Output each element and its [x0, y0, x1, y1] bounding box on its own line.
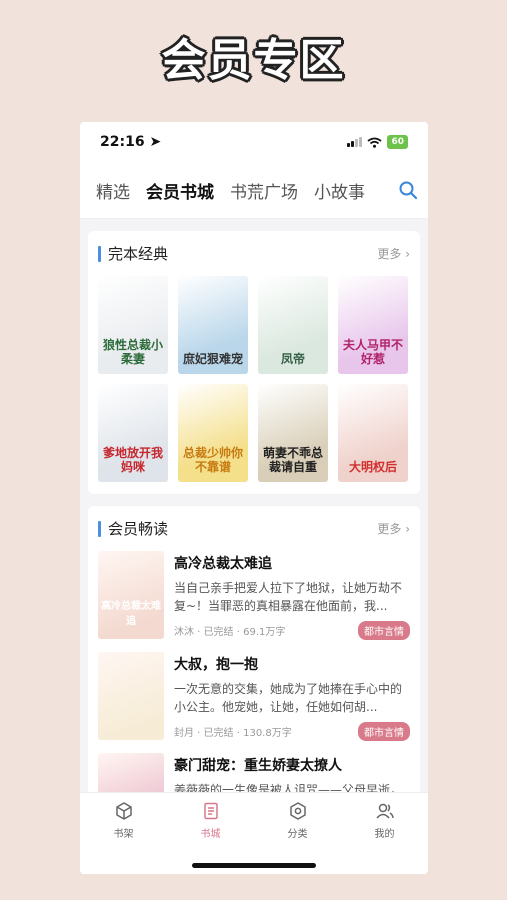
phone-screen: 22:16 ➤ 60 精选 会员书城 书荒广场 小故事 完本经典 更多 › 狼性… — [80, 122, 428, 874]
book-cover[interactable]: 总裁少帅你不靠谱 — [178, 384, 248, 482]
genre-tag: 都市言情 — [358, 621, 410, 640]
tab-bookshelf[interactable]: 书架 — [114, 801, 134, 874]
book-meta: 沐沐 · 已完结 · 69.1万字 — [174, 627, 286, 638]
book-cover[interactable]: 爹地放开我妈咪 — [98, 384, 168, 482]
book-cover[interactable]: 萌妻不乖总裁请自重 — [258, 384, 328, 482]
signal-icon — [347, 137, 363, 147]
promo-banner-title: 会员专区 — [161, 35, 346, 86]
tab-featured[interactable]: 精选 — [96, 178, 130, 203]
category-icon — [289, 802, 306, 820]
book-cover[interactable]: 大明权后 — [338, 384, 408, 482]
status-icons: 60 — [347, 135, 408, 149]
user-icon — [375, 803, 394, 819]
more-link[interactable]: 更多 › — [377, 245, 410, 262]
list-item[interactable]: 高冷总裁太难追 高冷总裁太难追 当自己亲手把爱人拉下了地狱，让她万劫不复~！当罪… — [88, 547, 420, 648]
status-bar: 22:16 ➤ 60 — [80, 122, 428, 162]
book-description: 当自己亲手把爱人拉下了地狱，让她万劫不复~！当罪恶的真相暴露在他面前，我... — [174, 581, 403, 613]
section-title: 会员畅读 — [98, 518, 168, 539]
tab-member-store[interactable]: 会员书城 — [146, 178, 214, 203]
book-cover[interactable]: 狼性总裁小柔妻 — [98, 276, 168, 374]
search-icon[interactable] — [398, 180, 418, 200]
book-title: 大叔，抱一抱 — [174, 657, 258, 673]
chevron-right-icon: › — [405, 247, 410, 261]
list-item[interactable]: 大叔，抱一抱 一次无意的交集，她成为了她捧在手心中的小公主。他宠她，让她，任她如… — [88, 648, 420, 749]
section-accent-bar — [98, 245, 101, 262]
book-cover[interactable]: 庶妃狠难宠 — [178, 276, 248, 374]
chevron-right-icon: › — [405, 522, 410, 536]
genre-tag: 都市言情 — [358, 722, 410, 741]
book-cover-grid: 狼性总裁小柔妻 庶妃狠难宠 凤帝 夫人马甲不好惹 爹地放开我妈咪 总裁少帅你不靠… — [88, 272, 420, 494]
book-meta: 封月 · 已完结 · 130.8万字 — [174, 728, 292, 739]
wifi-icon — [367, 137, 383, 148]
status-time: 22:16 ➤ — [100, 134, 162, 150]
tab-book-plaza[interactable]: 书荒广场 — [230, 178, 298, 203]
home-indicator — [192, 863, 316, 868]
book-cover[interactable]: 凤帝 — [258, 276, 328, 374]
book-description: 一次无意的交集，她成为了她捧在手心中的小公主。他宠她，让她，任她如何胡... — [174, 682, 403, 714]
top-tab-bar: 精选 会员书城 书荒广场 小故事 — [80, 162, 428, 219]
list-book-cover: 高冷总裁太难追 — [98, 551, 164, 639]
book-cover[interactable]: 夫人马甲不好惹 — [338, 276, 408, 374]
book-icon — [203, 802, 218, 820]
book-title: 高冷总裁太难追 — [174, 556, 272, 572]
section-accent-bar — [98, 520, 101, 537]
book-title: 豪门甜宠：重生娇妻太撩人 — [174, 758, 342, 774]
list-book-cover — [98, 652, 164, 740]
cube-icon — [115, 802, 132, 820]
bottom-tab-bar: 书架 书城 分类 我的 — [80, 792, 428, 874]
battery-icon: 60 — [387, 135, 408, 149]
section-title: 完本经典 — [98, 243, 168, 264]
more-link[interactable]: 更多 › — [377, 520, 410, 537]
finished-classics-section: 完本经典 更多 › 狼性总裁小柔妻 庶妃狠难宠 凤帝 夫人马甲不好惹 爹地放开我… — [88, 231, 420, 494]
tab-profile[interactable]: 我的 — [375, 801, 395, 874]
tab-short-stories[interactable]: 小故事 — [314, 178, 365, 203]
